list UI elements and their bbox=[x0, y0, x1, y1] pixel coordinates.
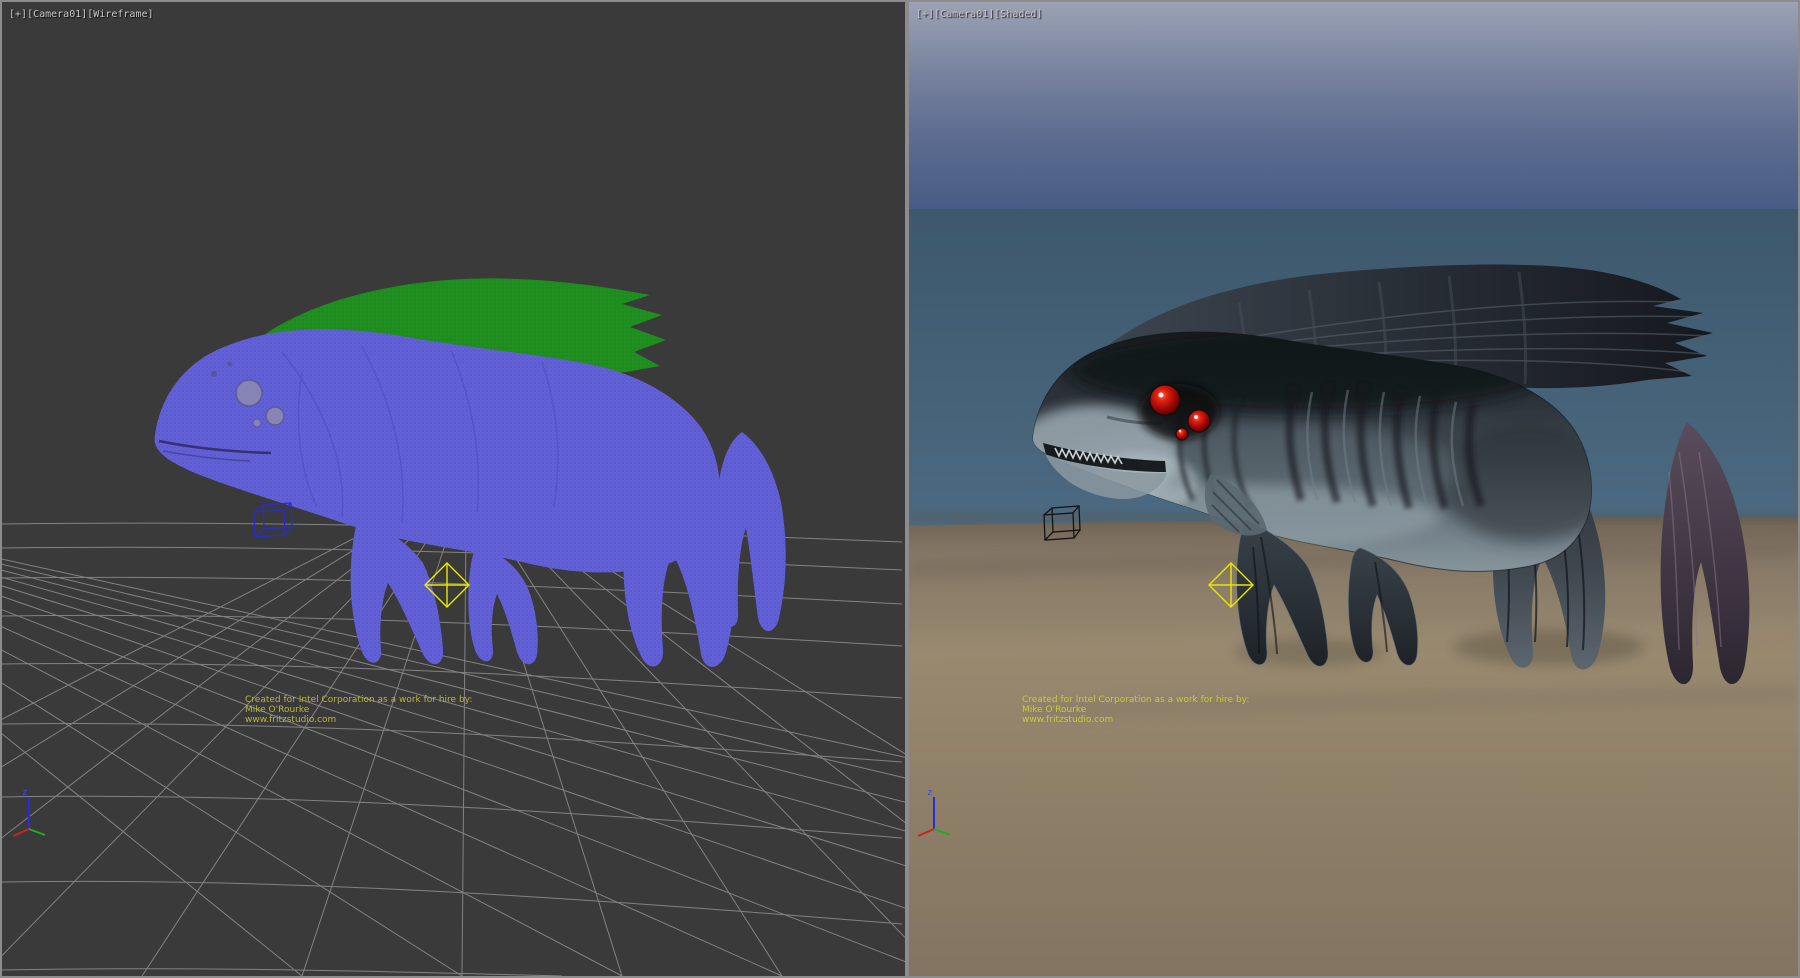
eye bbox=[266, 407, 284, 425]
credits-line-1: Created for Intel Corporation as a work … bbox=[1022, 695, 1249, 705]
eye-red bbox=[1188, 410, 1210, 432]
eye bbox=[236, 380, 262, 406]
z-axis-label: z bbox=[927, 788, 932, 798]
wireframe-scene-canvas[interactable]: z bbox=[2, 2, 905, 976]
credits-line-2: Mike O'Rourke bbox=[245, 705, 472, 715]
credits-line-1: Created for Intel Corporation as a work … bbox=[245, 695, 472, 705]
viewport-menu-general[interactable]: [+] bbox=[9, 9, 27, 20]
viewport-wireframe[interactable]: z [+][Camera01][Wireframe] Created for I… bbox=[2, 2, 905, 976]
nostril bbox=[228, 362, 233, 367]
eye-small bbox=[253, 419, 261, 427]
nostril bbox=[211, 371, 217, 377]
viewport-menu-shading[interactable]: [Wireframe] bbox=[87, 9, 153, 20]
z-axis-label: z bbox=[22, 788, 27, 798]
eye-red bbox=[1150, 385, 1180, 415]
credits-line-3: www.fritzstudio.com bbox=[1022, 715, 1249, 725]
viewport-menu-pov[interactable]: [Camera01] bbox=[27, 9, 87, 20]
viewport-label: [+][Camera01][Shaded] bbox=[916, 9, 1042, 20]
viewport-shaded[interactable]: z [+][Camera01][Shaded] Created for Inte… bbox=[909, 2, 1798, 976]
credits-line-3: www.fritzstudio.com bbox=[245, 715, 472, 725]
viewport-menu-pov[interactable]: [Camera01] bbox=[934, 9, 994, 20]
shaded-scene-canvas[interactable]: z bbox=[909, 2, 1798, 976]
viewport-menu-shading[interactable]: [Shaded] bbox=[994, 9, 1042, 20]
credits-line-2: Mike O'Rourke bbox=[1022, 705, 1249, 715]
dual-viewport-3d-app: z [+][Camera01][Wireframe] Created for I… bbox=[0, 0, 1800, 978]
sky bbox=[909, 2, 1798, 209]
viewport-menu-general[interactable]: [+] bbox=[916, 9, 934, 20]
scene-credits-text[interactable]: Created for Intel Corporation as a work … bbox=[1022, 695, 1249, 725]
scene-credits-text[interactable]: Created for Intel Corporation as a work … bbox=[245, 695, 472, 725]
eye-red-small bbox=[1176, 428, 1188, 440]
viewport-label: [+][Camera01][Wireframe] bbox=[9, 9, 154, 20]
fish-shadow bbox=[1454, 629, 1644, 665]
